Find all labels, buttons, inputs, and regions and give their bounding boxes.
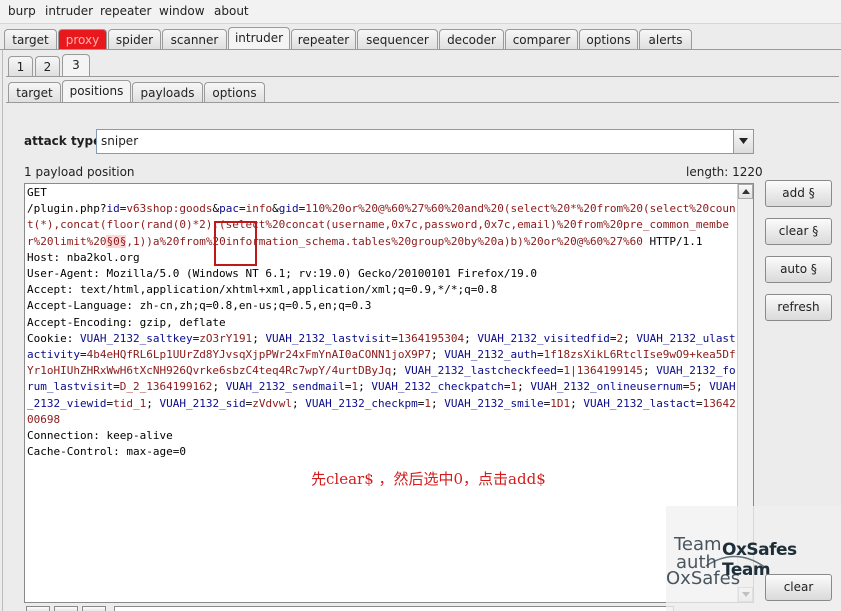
tab-sequencer[interactable]: sequencer bbox=[357, 29, 438, 50]
menu-repeater[interactable]: repeater bbox=[100, 4, 151, 18]
tab-number-1[interactable]: 1 bbox=[8, 56, 33, 77]
request-line: Connection: keep-alive bbox=[27, 429, 173, 443]
search-bar bbox=[24, 603, 754, 611]
payload-marker[interactable]: §0§ bbox=[106, 234, 127, 248]
request-line: Accept-Language: zh-cn,zh;q=0.8,en-us;q=… bbox=[27, 299, 372, 313]
tab-sub-payloads[interactable]: payloads bbox=[132, 82, 203, 103]
request-line: User-Agent: Mozilla/5.0 (Windows NT 6.1;… bbox=[27, 267, 537, 281]
tab-number-2[interactable]: 2 bbox=[35, 56, 60, 77]
attack-type-value: sniper bbox=[101, 134, 139, 148]
payload-position-count: 1 payload position bbox=[24, 165, 135, 179]
clear-search-button[interactable]: clear bbox=[765, 574, 832, 601]
previous-button[interactable] bbox=[54, 606, 78, 611]
request-text[interactable]: GET/plugin.php?id=v63shop:goods&pac=info… bbox=[27, 185, 739, 460]
menu-window[interactable]: window bbox=[159, 4, 205, 18]
attack-number-tabs: 1 2 3 bbox=[0, 54, 841, 77]
tab-intruder[interactable]: intruder bbox=[228, 27, 290, 50]
tab-options[interactable]: options bbox=[579, 29, 638, 50]
tab-comparer[interactable]: comparer bbox=[505, 29, 578, 50]
help-button[interactable] bbox=[26, 606, 50, 611]
next-button[interactable] bbox=[82, 606, 106, 611]
tab-sub-target[interactable]: target bbox=[8, 82, 61, 103]
request-line: GET bbox=[27, 186, 47, 199]
clear-markers-button[interactable]: clear § bbox=[765, 218, 832, 245]
tab-sub-positions[interactable]: positions bbox=[62, 80, 131, 103]
sub-tab-bar: target positions payloads options bbox=[0, 80, 841, 103]
tab-sub-options[interactable]: options bbox=[204, 82, 265, 103]
request-line: Cache-Control: max-age=0 bbox=[27, 445, 186, 459]
request-line: /plugin.php?id=v63shop:goods&pac=info&gi… bbox=[27, 202, 736, 248]
number-tab-divider bbox=[6, 76, 839, 77]
add-marker-button[interactable]: add § bbox=[765, 180, 832, 207]
main-tab-bar: target proxy spider scanner intruder rep… bbox=[0, 27, 841, 50]
sub-tab-divider bbox=[6, 102, 839, 103]
tab-spider[interactable]: spider bbox=[108, 29, 161, 50]
menu-burp[interactable]: burp bbox=[8, 4, 36, 18]
auto-markers-button[interactable]: auto § bbox=[765, 256, 832, 283]
tab-number-3[interactable]: 3 bbox=[62, 54, 90, 77]
tab-scanner[interactable]: scanner bbox=[162, 29, 227, 50]
annotation-note: 先clear$ ，然后选中0，点击add$ bbox=[311, 470, 546, 488]
selection-highlight-box bbox=[214, 221, 257, 266]
attack-type-label: attack type bbox=[24, 134, 102, 148]
request-line: Accept: text/html,application/xhtml+xml,… bbox=[27, 283, 498, 297]
request-line: Host: nba2kol.org bbox=[27, 250, 140, 264]
request-line: Accept-Encoding: gzip, deflate bbox=[27, 315, 226, 329]
search-input[interactable] bbox=[114, 606, 674, 611]
request-length: length: 1220 bbox=[686, 165, 763, 179]
watermark: Team auth OxSafes OxSafes Team clear bbox=[666, 506, 841, 611]
tab-proxy[interactable]: proxy bbox=[58, 29, 107, 50]
request-line: Cookie: VUAH_2132_saltkey=zO3rY191; VUAH… bbox=[27, 331, 736, 426]
menu-about[interactable]: about bbox=[214, 4, 249, 18]
refresh-button[interactable]: refresh bbox=[765, 294, 832, 321]
tab-decoder[interactable]: decoder bbox=[439, 29, 504, 50]
tab-target[interactable]: target bbox=[4, 29, 57, 50]
menu-intruder[interactable]: intruder bbox=[45, 4, 93, 18]
scroll-up-icon[interactable] bbox=[738, 184, 753, 199]
tab-alerts[interactable]: alerts bbox=[639, 29, 692, 50]
dropdown-arrow-icon[interactable] bbox=[733, 130, 753, 153]
request-editor[interactable]: GET/plugin.php?id=v63shop:goods&pac=info… bbox=[24, 183, 754, 603]
attack-type-select[interactable]: sniper bbox=[96, 129, 754, 154]
tab-repeater[interactable]: repeater bbox=[291, 29, 356, 50]
menu-bar: burp intruder repeater window about bbox=[0, 0, 841, 24]
